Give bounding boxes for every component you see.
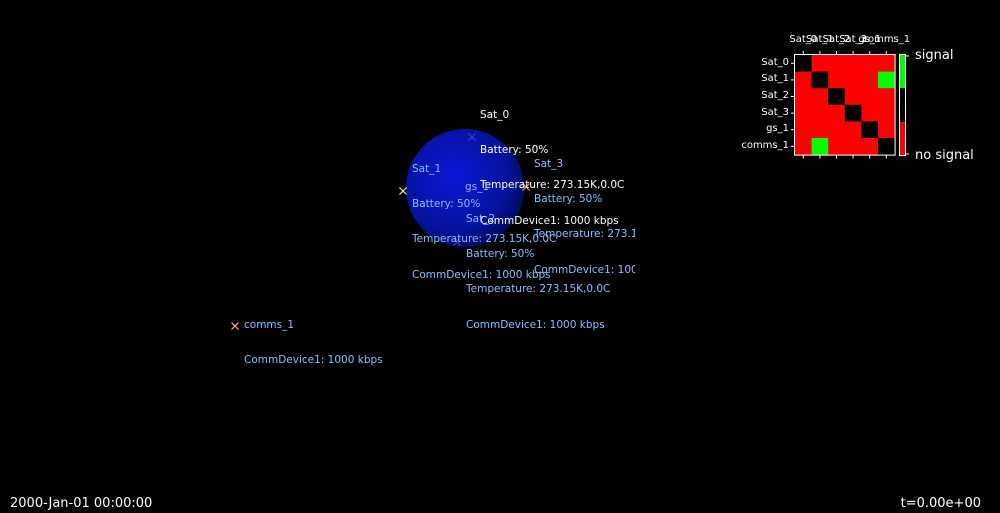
sat2-comm: CommDevice1: 1000 kbps xyxy=(466,318,605,331)
matrix-cell-1-3 xyxy=(844,71,862,89)
matrix-cell-4-2 xyxy=(828,121,846,139)
sat3-name: Sat_3 xyxy=(534,157,564,170)
colorbar-nosignal-label: no signal xyxy=(915,148,974,163)
matrix-cell-0-4 xyxy=(861,55,879,72)
comms1-comm: CommDevice1: 1000 kbps xyxy=(244,353,383,366)
comms1-name: comms_1 xyxy=(244,318,295,331)
matrix-cell-3-2 xyxy=(828,104,846,122)
matrix-cell-3-4 xyxy=(861,104,879,122)
matrix-cell-0-1 xyxy=(811,55,829,72)
matrix-cell-5-2 xyxy=(828,138,846,155)
matrix-cell-0-3 xyxy=(844,55,862,72)
matrix-cell-0-2 xyxy=(828,55,846,72)
matrix-row-label: Sat_0 xyxy=(761,56,789,68)
timestamp-readout: 2000-Jan-01 00:00:00 xyxy=(10,496,153,511)
matrix-cell-2-3 xyxy=(844,88,862,106)
matrix-cell-2-0 xyxy=(795,88,812,106)
sat3-battery: Battery: 50% xyxy=(534,192,603,205)
matrix-col-label: comms_1 xyxy=(862,34,911,45)
sat0-name: Sat_0 xyxy=(480,108,510,121)
matrix-cell-1-0 xyxy=(795,71,812,89)
matrix-cell-0-0 xyxy=(795,55,812,72)
matrix-cell-2-4 xyxy=(861,88,879,106)
matrix-row-label: Sat_3 xyxy=(761,106,789,118)
matrix-cell-1-5 xyxy=(878,71,895,89)
colorbar-signal-segment xyxy=(900,55,905,88)
simulation-view: Sat_0 Battery: 50% Temperature: 273.15K,… xyxy=(0,0,1000,513)
sat3-label: Sat_3 Battery: 50% Temperature: 273.15K,… xyxy=(534,135,635,300)
matrix-cell-5-4 xyxy=(861,138,879,155)
colorbar-black-segment xyxy=(900,88,905,122)
matrix-cell-3-0 xyxy=(795,104,812,122)
sat3-comm: CommDevice1: 1000 kbps xyxy=(534,263,635,276)
matrix-cell-4-4 xyxy=(861,121,879,139)
matrix-cell-3-3 xyxy=(844,104,862,122)
matrix-cell-3-5 xyxy=(878,104,895,122)
matrix-cell-2-1 xyxy=(811,88,829,106)
connectivity-matrix xyxy=(791,51,896,159)
gs1-marker xyxy=(399,187,407,195)
matrix-cell-1-1 xyxy=(811,71,829,89)
matrix-cell-4-3 xyxy=(844,121,862,139)
sim-time-readout: t=0.00e+00 xyxy=(900,496,981,511)
matrix-cell-4-0 xyxy=(795,121,812,139)
matrix-cell-1-4 xyxy=(861,71,879,89)
signal-colorbar xyxy=(899,54,909,156)
colorbar-nosignal-segment xyxy=(900,122,905,155)
matrix-cell-5-5 xyxy=(878,138,895,155)
matrix-cell-5-3 xyxy=(844,138,862,155)
matrix-cell-0-5 xyxy=(878,55,895,72)
comms1-label: comms_1 CommDevice1: 1000 kbps xyxy=(244,296,383,390)
colorbar-signal-label: signal xyxy=(915,48,954,63)
matrix-cell-2-2 xyxy=(828,88,846,106)
matrix-row-label: Sat_1 xyxy=(761,73,789,85)
matrix-cell-1-2 xyxy=(828,71,846,89)
matrix-cell-5-0 xyxy=(795,138,812,155)
matrix-row-label: Sat_2 xyxy=(761,90,789,101)
matrix-cell-2-5 xyxy=(878,88,895,106)
sat3-temperature: Temperature: 273.15K,0.0C xyxy=(534,228,635,241)
matrix-row-label: comms_1 xyxy=(741,139,789,151)
comms1-marker xyxy=(231,322,239,330)
matrix-cell-4-5 xyxy=(878,121,895,139)
matrix-row-label: gs_1 xyxy=(766,123,789,135)
matrix-cell-3-1 xyxy=(811,104,829,122)
matrix-cell-4-1 xyxy=(811,121,829,139)
matrix-cell-5-1 xyxy=(811,138,829,155)
